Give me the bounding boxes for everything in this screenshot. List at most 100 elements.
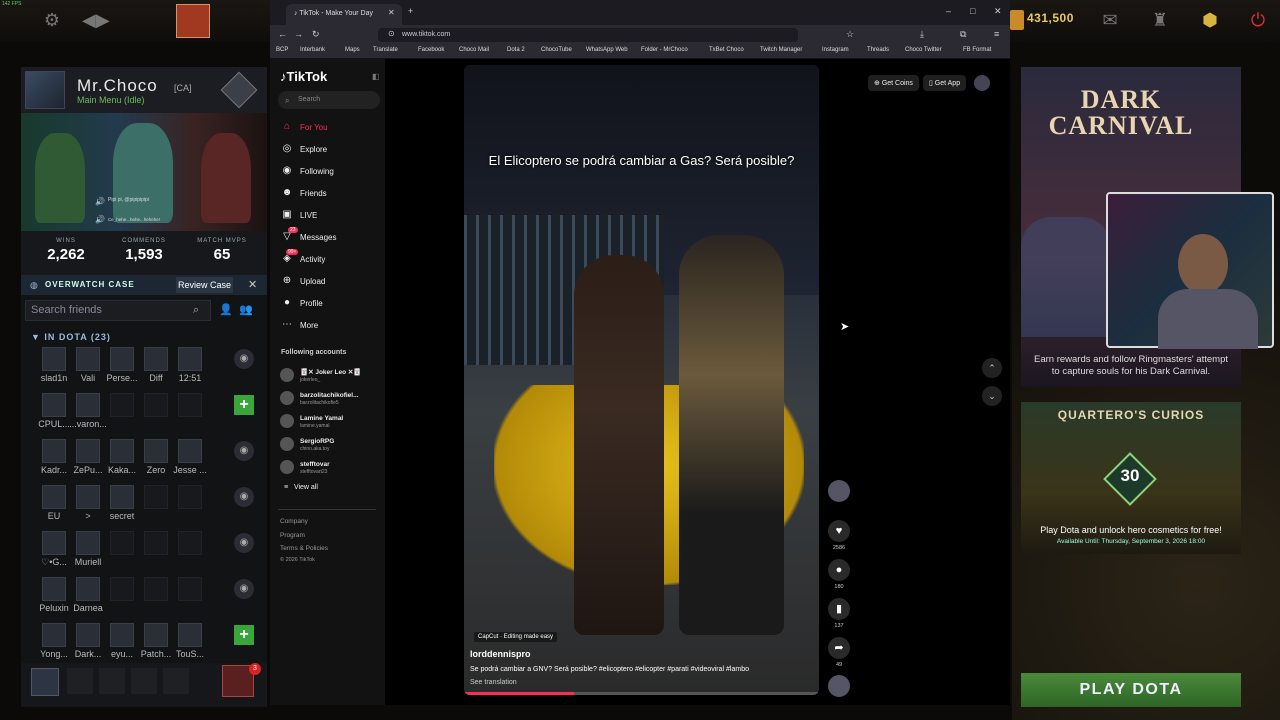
following-account[interactable]: Lamine Yamal lamine.yamal: [280, 414, 380, 432]
friend-entry[interactable]: Peluxin: [39, 577, 69, 613]
menu-item-profile[interactable]: ● Profile: [280, 297, 323, 311]
friend-entry[interactable]: ZePu...: [73, 439, 103, 475]
friend-entry[interactable]: [175, 531, 205, 557]
friend-entry[interactable]: EU: [39, 485, 69, 521]
next-video-arrow-icon[interactable]: ⌄: [982, 386, 1002, 406]
following-account[interactable]: 🃏✕ Joker Leo ✕🃏 jokerleo_: [280, 368, 380, 386]
tiktok-logo[interactable]: ♪TikTok: [280, 69, 327, 84]
following-account[interactable]: stefftovar stefftovart23: [280, 460, 380, 478]
review-case-button[interactable]: Review Case: [176, 277, 233, 293]
settings-gear-icon[interactable]: ⚙: [40, 0, 64, 40]
save-button[interactable]: ▮ 137: [827, 598, 851, 629]
power-icon[interactable]: ⏻: [1246, 0, 1270, 40]
user-avatar[interactable]: [974, 75, 990, 91]
party-slot[interactable]: [99, 668, 125, 694]
add-friend-icon[interactable]: 👤: [219, 303, 233, 316]
extension-icon[interactable]: ⧉: [960, 29, 966, 40]
like-button[interactable]: ♥ 2586: [827, 520, 851, 551]
friend-entry[interactable]: Perse...: [106, 347, 138, 383]
friend-entry[interactable]: Dark...: [73, 623, 103, 659]
collapse-sidebar-icon[interactable]: ◧: [372, 72, 380, 81]
watch-eye-icon[interactable]: ◉: [234, 579, 254, 599]
mail-icon[interactable]: ✉: [1098, 0, 1122, 40]
creator-avatar[interactable]: [827, 480, 851, 502]
party-avatar[interactable]: [31, 668, 59, 696]
friend-entry[interactable]: eyu...: [107, 623, 137, 659]
friend-entry[interactable]: Diff: [141, 347, 171, 383]
close-icon[interactable]: ✕: [248, 278, 257, 291]
window-close-icon[interactable]: ✕: [994, 6, 1002, 17]
menu-item-friends[interactable]: ☻ Friends: [280, 187, 327, 201]
armory-icon[interactable]: ♜: [1148, 0, 1172, 40]
party-slot[interactable]: [67, 668, 93, 694]
following-account[interactable]: barzolitachikofiel... barzolitachikofie5: [280, 391, 380, 409]
bookmark-item[interactable]: WhatsApp Web: [586, 47, 628, 53]
friend-entry[interactable]: [141, 485, 171, 511]
bookmark-item[interactable]: Maps: [345, 47, 360, 53]
party-slot[interactable]: [163, 668, 189, 694]
bookmark-item[interactable]: Choco Mail: [459, 47, 489, 53]
share-button[interactable]: ➦ 49: [827, 637, 851, 668]
play-dota-button[interactable]: PLAY DOTA: [1021, 673, 1241, 707]
watch-eye-icon[interactable]: ◉: [234, 487, 254, 507]
view-all-link[interactable]: ≡ View all: [284, 484, 318, 491]
rank-badge-icon[interactable]: [220, 71, 258, 109]
reload-icon[interactable]: ↻: [312, 29, 320, 40]
tab-close-icon[interactable]: ✕: [388, 8, 395, 17]
avatar[interactable]: [25, 71, 65, 109]
party-slot[interactable]: [131, 668, 157, 694]
quarteros-curios-promo[interactable]: QUARTERO'S CURIOS 30 Play Dota and unloc…: [1021, 402, 1241, 554]
friend-entry[interactable]: Yong...: [39, 623, 69, 659]
search-friends-input[interactable]: Search friends: [25, 300, 211, 321]
menu-item-explore[interactable]: ◎ Explore: [280, 143, 328, 157]
menu-item-following[interactable]: ◉ Following: [280, 165, 334, 179]
capcut-tag[interactable]: CapCut · Editing made easy: [474, 632, 558, 642]
address-input[interactable]: www.tiktok.com: [378, 28, 798, 42]
speaker-icon-2[interactable]: 🔊: [95, 215, 105, 224]
invite-plus-icon[interactable]: +: [234, 395, 254, 415]
menu-item-live[interactable]: ▣ LIVE: [280, 209, 317, 223]
footer-company[interactable]: Company: [280, 518, 308, 525]
video-progress[interactable]: [464, 692, 819, 695]
friend-entry[interactable]: [141, 531, 171, 557]
friend-entry[interactable]: [141, 577, 171, 603]
bookmark-item[interactable]: Dota 2: [507, 47, 525, 53]
minimize-icon[interactable]: –: [946, 6, 951, 16]
friend-entry[interactable]: ...varon...: [69, 393, 107, 429]
menu-item-for-you[interactable]: ⌂ For You: [280, 121, 328, 135]
bookmark-item[interactable]: Instagram: [822, 47, 849, 53]
get-app-button[interactable]: ▯ Get App: [923, 75, 967, 91]
watch-eye-icon[interactable]: ◉: [234, 533, 254, 553]
menu-item-upload[interactable]: ⊕ Upload: [280, 275, 326, 289]
bookmark-item[interactable]: TxBet Choco: [709, 47, 744, 53]
comment-button[interactable]: ● 180: [827, 559, 851, 590]
friend-entry[interactable]: secret: [107, 485, 137, 521]
bookmark-item[interactable]: Threads: [867, 47, 889, 53]
site-info-icon[interactable]: ⊙: [388, 29, 395, 38]
bookmark-item[interactable]: FB Format: [963, 47, 991, 53]
bookmark-item[interactable]: Folder - MrChoco: [641, 47, 688, 53]
in-dota-header[interactable]: ▼ IN DOTA (23): [31, 332, 111, 342]
friend-entry[interactable]: [175, 393, 205, 419]
friend-entry[interactable]: ♡•G...: [39, 531, 69, 568]
speaker-icon[interactable]: 🔊: [95, 197, 105, 206]
friend-entry[interactable]: >: [73, 485, 103, 521]
search-icon[interactable]: ⌕: [193, 304, 199, 317]
friend-entry[interactable]: [175, 577, 205, 603]
forward-icon[interactable]: →: [294, 29, 303, 39]
friend-entry[interactable]: Kaka...: [107, 439, 137, 475]
bookmark-item[interactable]: BCP: [276, 47, 288, 53]
friend-entry[interactable]: TouS...: [175, 623, 205, 659]
watch-eye-icon[interactable]: ◉: [234, 349, 254, 369]
friend-entry[interactable]: [107, 393, 137, 419]
footer-terms[interactable]: Terms & Policies: [280, 545, 328, 552]
friend-entry[interactable]: Muriell: [73, 531, 103, 567]
friend-entry[interactable]: Patch...: [141, 623, 171, 659]
dota-logo-icon[interactable]: [176, 4, 210, 38]
player-name[interactable]: Mr.Choco: [77, 76, 158, 96]
friend-entry[interactable]: CPUL...: [38, 393, 70, 429]
back-icon[interactable]: ←: [278, 29, 287, 39]
following-account[interactable]: SergioRPG chino.aka.toy: [280, 437, 380, 455]
friend-entry[interactable]: Zero: [141, 439, 171, 475]
friend-entry[interactable]: Kadr...: [39, 439, 69, 475]
